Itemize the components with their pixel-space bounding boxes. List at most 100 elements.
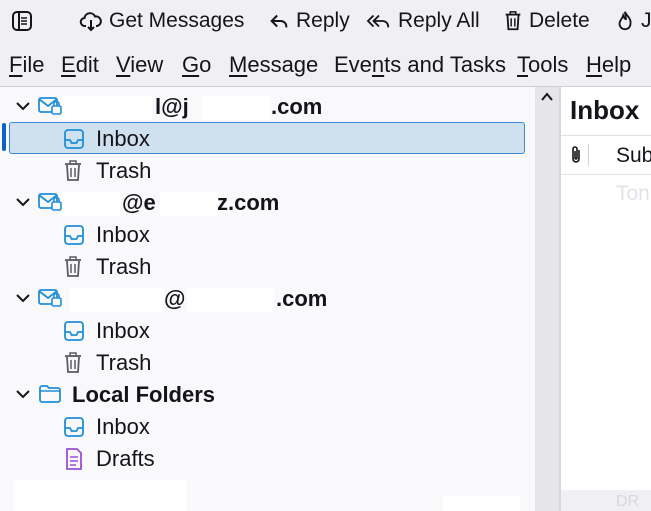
redacted-email: [187, 288, 274, 312]
reply-all-button[interactable]: Reply All: [366, 0, 480, 42]
reply-icon: [270, 14, 288, 28]
folder-trash-3[interactable]: Trash: [0, 347, 535, 379]
folder-trash-2[interactable]: Trash: [0, 251, 535, 283]
folder-label: Inbox: [96, 222, 150, 247]
redacted-email: [62, 96, 152, 120]
menu-events-label: ts and Tasks: [384, 52, 507, 77]
menu-edit[interactable]: Edit: [61, 52, 99, 78]
inbox-icon: [64, 225, 84, 245]
menu-file-label: ile: [22, 52, 45, 77]
menu-message-accesskey: M: [229, 52, 248, 77]
redacted-email: [70, 288, 164, 312]
chevron-down-icon[interactable]: [14, 385, 32, 403]
menu-help-label: elp: [601, 52, 632, 77]
menu-message[interactable]: Message: [229, 52, 318, 78]
folder-inbox-3[interactable]: Inbox: [0, 315, 535, 347]
reply-button[interactable]: Reply: [268, 0, 350, 42]
message-pane-footer: DR: [561, 490, 651, 511]
chevron-down-icon[interactable]: [14, 289, 32, 307]
account-row-1[interactable]: l@j .com: [0, 91, 535, 123]
account-name-part-2: .com: [271, 94, 323, 119]
junk-button[interactable]: J: [615, 0, 651, 42]
inbox-icon: [64, 417, 84, 437]
message-list-header: Sub: [561, 135, 651, 175]
inbox-icon: [64, 129, 84, 149]
menu-view[interactable]: View: [116, 52, 163, 78]
menu-edit-label: dit: [75, 52, 99, 77]
local-folders-label: Local Folders: [72, 382, 216, 407]
redacted-email: [202, 96, 270, 120]
account-row-3[interactable]: @ .com: [0, 283, 535, 315]
folder-label: Inbox: [96, 318, 150, 343]
folder-pane-toggle-button[interactable]: [10, 0, 34, 42]
trash-icon: [65, 256, 81, 277]
folder-pane-toggle-icon: [12, 11, 32, 31]
folder-trash-1[interactable]: Trash: [0, 155, 535, 187]
get-messages-button[interactable]: Get Messages: [79, 0, 244, 42]
menu-file[interactable]: File: [9, 52, 44, 78]
menu-tools[interactable]: Tools: [517, 52, 568, 78]
folder-label: Drafts: [96, 446, 155, 471]
menu-help-accesskey: H: [586, 52, 602, 77]
account-row-2[interactable]: @e z.com: [0, 187, 535, 219]
folder-label: Inbox: [96, 414, 150, 439]
folder-label: Trash: [96, 350, 152, 375]
folder-label: Trash: [96, 254, 152, 279]
trash-icon: [65, 160, 81, 181]
menu-view-accesskey: V: [116, 52, 131, 77]
menu-help[interactable]: Help: [586, 52, 631, 78]
scroll-up-arrow-icon[interactable]: [539, 89, 555, 105]
cloud-download-icon: [79, 12, 102, 32]
subject-column-header[interactable]: Sub: [616, 144, 651, 168]
mail-account-icon: [38, 193, 62, 211]
folder-inbox-2[interactable]: Inbox: [0, 219, 535, 251]
menu-events-label-pre: Eve: [334, 52, 372, 77]
folder-label: Trash: [96, 158, 152, 183]
folder-drafts-local[interactable]: Drafts: [0, 443, 535, 475]
menu-events-and-tasks[interactable]: Events and Tasks: [334, 52, 506, 78]
drafts-icon: [66, 448, 82, 470]
folder-pane-scrollbar[interactable]: [535, 87, 559, 511]
redacted-status-area: [14, 480, 186, 511]
chevron-down-icon[interactable]: [14, 193, 32, 211]
menu-view-label: iew: [130, 52, 164, 77]
folder-icon: [39, 385, 61, 403]
redacted-email: [62, 192, 120, 216]
folder-inbox-local[interactable]: Inbox: [0, 411, 535, 443]
column-separator[interactable]: [588, 144, 589, 166]
menu-events-accesskey: n: [371, 52, 385, 77]
account-name-part-2: .com: [276, 286, 328, 311]
account-name-part-1: @e: [122, 190, 156, 215]
account-name-part-1: @: [164, 286, 186, 311]
junk-label: J: [641, 9, 651, 32]
trash-icon: [65, 352, 81, 373]
footer-text-partial: DR: [616, 493, 640, 510]
menu-go-accesskey: G: [182, 52, 200, 77]
menu-bar: File Edit View Go Message Events and Tas…: [0, 44, 651, 87]
menu-file-accesskey: F: [9, 52, 23, 77]
menu-message-label: essage: [247, 52, 319, 77]
chevron-down-icon[interactable]: [14, 97, 32, 115]
local-folders-row[interactable]: Local Folders: [0, 379, 535, 411]
menu-tools-label: ools: [528, 52, 569, 77]
mail-account-icon: [38, 97, 62, 115]
message-list-pane: Inbox Sub Ton DR: [561, 87, 651, 511]
menu-edit-accesskey: E: [61, 52, 76, 77]
folder-label: Inbox: [96, 126, 150, 151]
get-messages-label: Get Messages: [109, 9, 245, 32]
delete-label: Delete: [529, 9, 590, 32]
folder-pane: l@j .com Inbox Trash @e z.com Inbox Tras…: [0, 87, 535, 511]
redacted-email: [160, 192, 218, 216]
menu-go[interactable]: Go: [182, 52, 211, 78]
reply-all-label: Reply All: [398, 9, 480, 32]
menu-tools-accesskey: T: [517, 52, 528, 77]
delete-button[interactable]: Delete: [503, 0, 590, 42]
junk-flame-icon: [618, 11, 632, 31]
menu-go-label: o: [199, 52, 212, 77]
account-name-part-2: z.com: [217, 190, 280, 215]
attachment-icon[interactable]: [569, 145, 583, 165]
mail-account-icon: [38, 289, 62, 307]
reply-label: Reply: [296, 9, 350, 32]
folder-inbox-1[interactable]: Inbox: [0, 123, 535, 155]
message-row-partial[interactable]: Ton: [616, 182, 650, 206]
